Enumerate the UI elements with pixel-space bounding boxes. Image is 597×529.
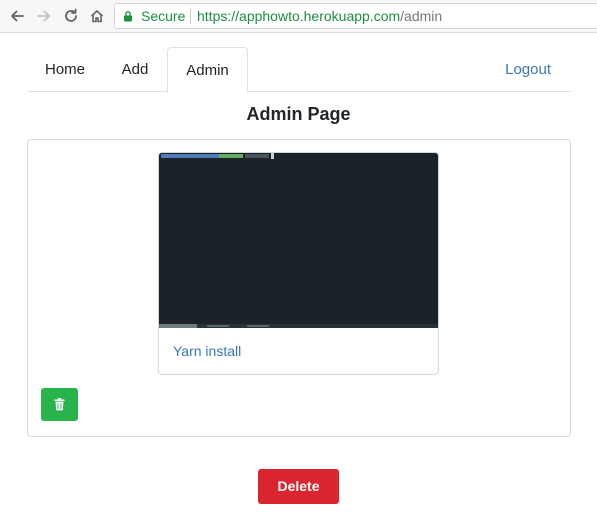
reload-icon[interactable] bbox=[61, 6, 81, 26]
nav-tabs: Home Add Admin Logout bbox=[27, 47, 571, 93]
address-separator bbox=[190, 9, 191, 24]
trash-button[interactable] bbox=[41, 388, 78, 421]
terminal-status-bar bbox=[159, 324, 438, 328]
forward-arrow-icon[interactable] bbox=[34, 6, 54, 26]
tab-admin[interactable]: Admin bbox=[167, 47, 248, 93]
terminal-prompt-bar bbox=[159, 153, 438, 159]
browser-toolbar: Secure https://apphowto.herokuapp.com/ad… bbox=[0, 0, 597, 33]
logout-link[interactable]: Logout bbox=[505, 47, 551, 92]
card-title-link[interactable]: Yarn install bbox=[173, 343, 241, 359]
home-icon[interactable] bbox=[87, 6, 107, 26]
address-bar[interactable]: Secure https://apphowto.herokuapp.com/ad… bbox=[114, 3, 597, 29]
tab-add[interactable]: Add bbox=[103, 47, 167, 92]
trash-icon bbox=[54, 398, 65, 411]
secure-label: Secure bbox=[141, 8, 186, 24]
prompt-segment-branch bbox=[219, 154, 243, 158]
back-arrow-icon[interactable] bbox=[7, 6, 27, 26]
url-host: apphowto.herokuapp.com bbox=[239, 8, 401, 24]
prompt-segment-command bbox=[245, 154, 269, 158]
card-thumbnail bbox=[159, 153, 438, 328]
tab-home[interactable]: Home bbox=[27, 47, 103, 92]
status-segment bbox=[159, 324, 197, 328]
terminal-cursor bbox=[271, 153, 274, 159]
page-title: Admin Page bbox=[246, 104, 351, 124]
status-segment bbox=[247, 325, 269, 327]
delete-button[interactable]: Delete bbox=[258, 469, 339, 504]
url-text: https://apphowto.herokuapp.com/admin bbox=[197, 4, 442, 28]
guide-card[interactable]: Yarn install bbox=[158, 152, 439, 375]
prompt-segment-path bbox=[161, 154, 219, 158]
url-path: /admin bbox=[400, 8, 443, 24]
status-segment bbox=[207, 325, 229, 327]
url-scheme: https:// bbox=[197, 8, 240, 24]
lock-icon bbox=[124, 11, 132, 22]
